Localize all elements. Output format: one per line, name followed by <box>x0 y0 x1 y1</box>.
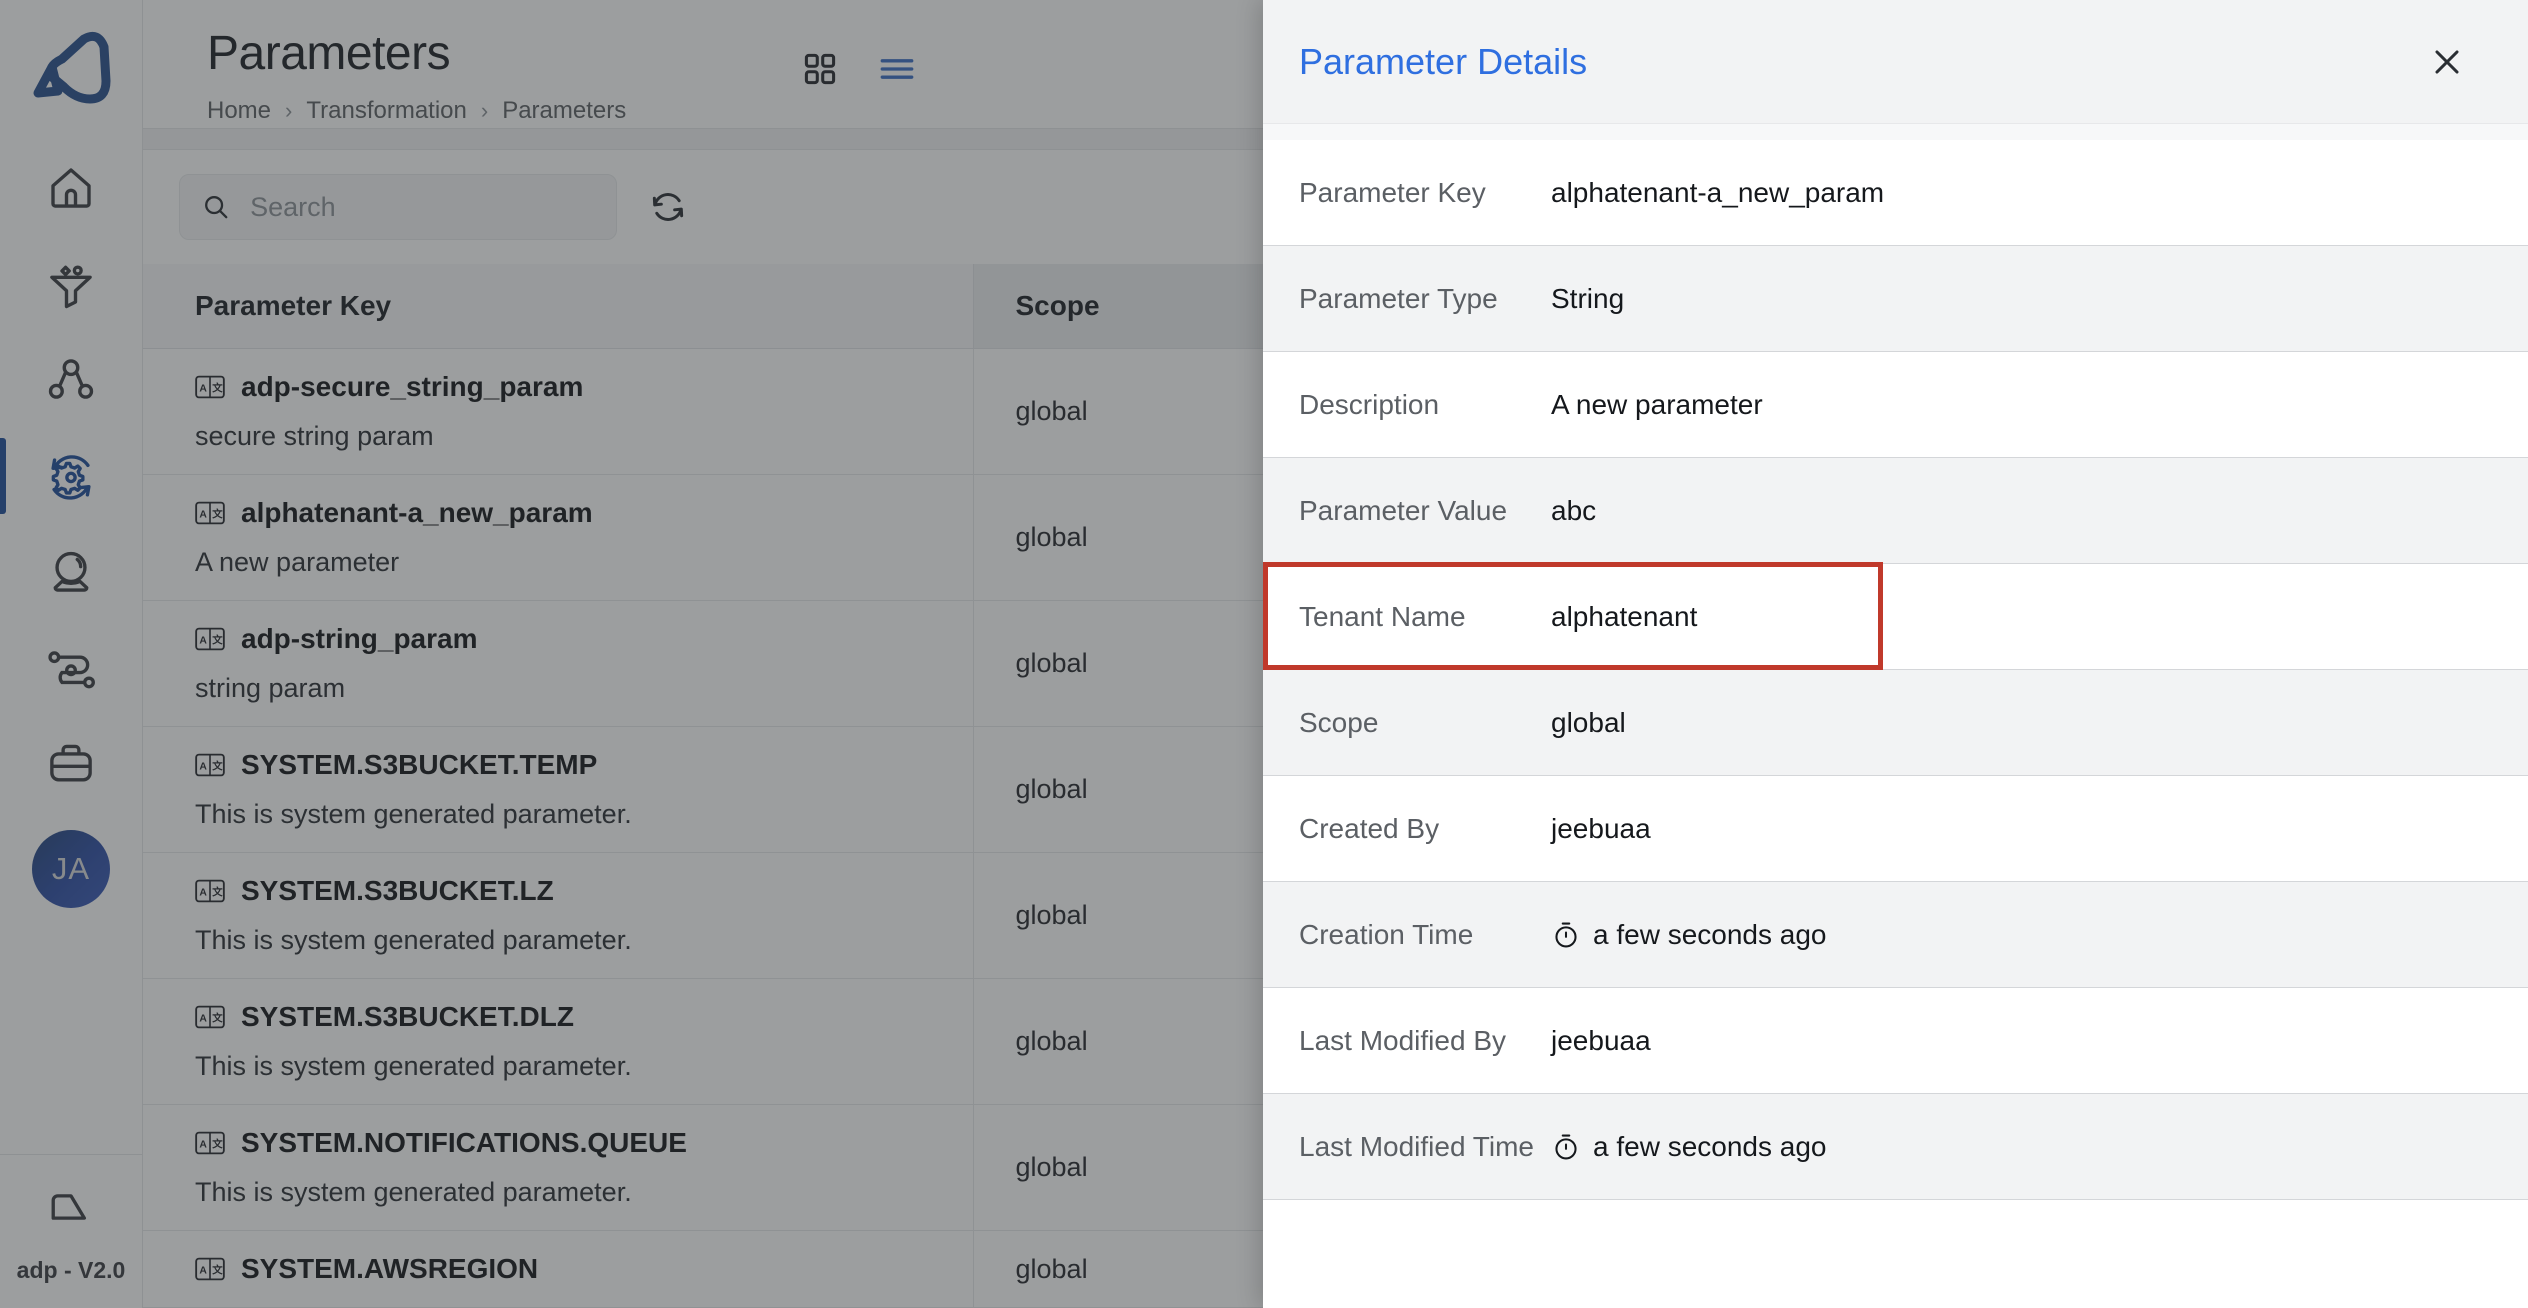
detail-label: Created By <box>1299 812 1440 844</box>
detail-value: a few seconds ago <box>1551 1131 1827 1163</box>
detail-value-text: jeebuaa <box>1551 1024 1651 1056</box>
detail-value: jeebuaa <box>1551 1025 1651 1057</box>
detail-value: alphatenant <box>1551 601 1697 633</box>
detail-label: Last Modified By <box>1299 1024 1506 1056</box>
detail-value: a few seconds ago <box>1551 919 1827 951</box>
detail-value: String <box>1551 283 1624 315</box>
detail-row: Description A new parameter <box>1263 352 2528 458</box>
close-icon <box>2435 49 2459 74</box>
panel-header: Parameter Details <box>1263 0 2528 124</box>
detail-value: global <box>1551 707 1626 739</box>
parameter-details-panel: Parameter Details Parameter Key alphatena… <box>1263 0 2528 1308</box>
detail-row: Parameter Type String <box>1263 246 2528 352</box>
stopwatch-icon <box>1555 1134 1577 1159</box>
detail-value-text: String <box>1551 282 1625 314</box>
detail-row: Parameter Value abc <box>1263 458 2528 564</box>
detail-label: Parameter Type <box>1299 282 1498 314</box>
detail-value-text: global <box>1551 706 1626 738</box>
detail-value-text: jeebuaa <box>1551 812 1651 844</box>
detail-label: Last Modified Time <box>1299 1130 1534 1162</box>
stopwatch-icon <box>1555 922 1577 947</box>
close-panel-button[interactable] <box>2424 39 2470 85</box>
detail-value-text: alphatenant <box>1551 600 1698 632</box>
app-root: JA adp - V2.0 Parameters Home › Transfor… <box>0 0 2528 1308</box>
detail-value: alphatenant-a_new_param <box>1551 177 1884 209</box>
panel-title: Parameter Details <box>1299 40 1588 82</box>
detail-value: A new parameter <box>1551 389 1763 421</box>
detail-row: Last Modified Time a few seconds ago <box>1263 1094 2528 1200</box>
detail-value-text: abc <box>1551 494 1597 526</box>
detail-row: Scope global <box>1263 670 2528 776</box>
detail-row: Parameter Key alphatenant-a_new_param <box>1263 140 2528 246</box>
detail-row: Tenant Name alphatenant <box>1263 562 2528 670</box>
detail-label: Scope <box>1299 706 1379 738</box>
panel-spacer <box>1263 124 2528 140</box>
detail-value: abc <box>1551 495 1596 527</box>
modal-dim-overlay[interactable] <box>0 0 1263 1308</box>
detail-value-text: alphatenant-a_new_param <box>1551 176 1885 208</box>
detail-label: Parameter Key <box>1299 176 1486 208</box>
detail-label: Parameter Value <box>1299 494 1508 526</box>
detail-row: Created By jeebuaa <box>1263 776 2528 882</box>
detail-label: Tenant Name <box>1299 600 1466 632</box>
detail-row: Creation Time a few seconds ago <box>1263 882 2528 988</box>
detail-value-text: a few seconds ago <box>1593 918 1827 950</box>
detail-value: jeebuaa <box>1551 813 1651 845</box>
detail-label: Creation Time <box>1299 918 1474 950</box>
detail-value-text: A new parameter <box>1551 388 1763 420</box>
detail-list: Parameter Key alphatenant-a_new_param Para… <box>1263 140 2528 1308</box>
detail-value-text: a few seconds ago <box>1593 1130 1827 1162</box>
detail-label: Description <box>1299 388 1440 420</box>
detail-row: Last Modified By jeebuaa <box>1263 988 2528 1094</box>
